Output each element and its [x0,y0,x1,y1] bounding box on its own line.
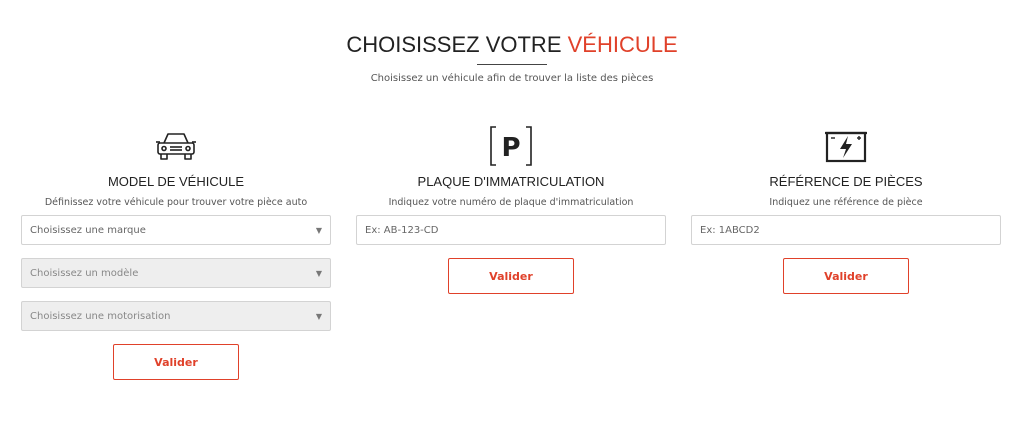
engine-select-value: Choisissez une motorisation [30,310,171,322]
vehicle-model-description: Définissez votre véhicule pour trouver v… [44,197,308,208]
vehicle-model-panel: MODEL DE VÉHICULE Définissez votre véhic… [21,124,331,380]
brand-select-value: Choisissez une marque [30,224,146,236]
vehicle-model-title: MODEL DE VÉHICULE [107,174,245,189]
engine-select[interactable]: Choisissez une motorisation ▼ [21,301,331,331]
plate-panel: P PLAQUE D'IMMATRICULATION Indiquez votr… [356,124,666,294]
vehicle-submit-button[interactable]: Valider [113,344,239,380]
reference-submit-button[interactable]: Valider [783,258,909,294]
chevron-down-icon: ▼ [315,311,322,321]
parking-plate-icon: P [356,124,666,168]
plate-description: Indiquez votre numéro de plaque d'immatr… [388,197,634,208]
page-title: CHOISISSEZ VOTRE VÉHICULE [0,32,1024,58]
plate-input-placeholder: Ex: AB-123-CD [365,224,439,236]
reference-panel: RÉFÉRENCE DE PIÈCES Indiquez une référen… [691,124,1001,294]
plate-title: PLAQUE D'IMMATRICULATION [417,174,605,189]
plate-input[interactable]: Ex: AB-123-CD [356,215,666,245]
battery-icon [691,124,1001,168]
page-header: CHOISISSEZ VOTRE VÉHICULE Choisissez un … [0,32,1024,84]
reference-input-placeholder: Ex: 1ABCD2 [700,224,760,236]
title-divider [477,64,547,65]
page-subtitle: Choisissez un véhicule afin de trouver l… [370,73,654,84]
page-title-accent: VÉHICULE [567,32,678,57]
svg-text:P: P [501,133,520,163]
chevron-down-icon: ▼ [315,225,322,235]
reference-description: Indiquez une référence de pièce [769,197,923,208]
model-select-value: Choisissez un modèle [30,267,139,279]
car-icon [21,124,331,168]
chevron-down-icon: ▼ [315,268,322,278]
reference-input[interactable]: Ex: 1ABCD2 [691,215,1001,245]
model-select[interactable]: Choisissez un modèle ▼ [21,258,331,288]
reference-title: RÉFÉRENCE DE PIÈCES [769,174,923,189]
brand-select[interactable]: Choisissez une marque ▼ [21,215,331,245]
plate-submit-button[interactable]: Valider [448,258,574,294]
page-title-main: CHOISISSEZ VOTRE [346,32,568,57]
